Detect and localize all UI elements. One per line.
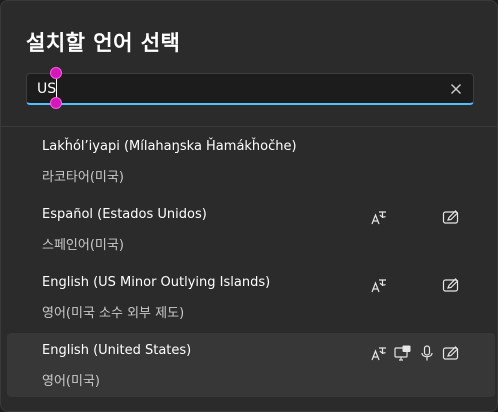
language-item-spanish-us[interactable]: Español (Estados Unidos) 스페인어(미국) [7,197,495,261]
close-icon[interactable] [447,80,465,98]
handwriting-icon [441,207,461,227]
language-native-name: 라코타어(미국) [42,170,124,185]
speech-recognition-icon [417,343,437,363]
list-divider [1,126,497,127]
search-input-value[interactable]: US [37,81,56,97]
language-item-english-us[interactable]: English (United States) 영어(미국) [7,333,495,397]
selection-handle-bottom[interactable] [50,97,62,109]
selection-handle-top[interactable] [50,67,62,79]
handwriting-icon [441,275,461,295]
language-native-name: 스페인어(미국) [42,238,124,253]
text-to-speech-icon [369,207,389,227]
language-native-name: 영어(미국) [42,374,100,389]
language-item-lakota[interactable]: Lakȟól’iyapi (Mílahaŋska Ȟamákȟočhe) 라코타… [7,129,495,193]
language-name: English (United States) [42,343,192,358]
language-name: Lakȟól’iyapi (Mílahaŋska Ȟamákȟočhe) [42,139,297,154]
text-caret [56,79,57,99]
text-to-speech-icon [369,343,389,363]
display-language-icon [393,343,413,363]
language-select-dialog: 설치할 언어 선택 US Lakȟól’iyapi (Mílahaŋska Ȟa… [0,0,498,412]
language-name: English (US Minor Outlying Islands) [42,275,271,290]
handwriting-icon [441,343,461,363]
text-to-speech-icon [369,275,389,295]
dialog-title: 설치할 언어 선택 [26,31,181,55]
language-name: Español (Estados Unidos) [42,207,207,222]
search-input[interactable]: US [26,67,474,109]
language-item-english-umi[interactable]: English (US Minor Outlying Islands) 영어(미… [7,265,495,329]
language-native-name: 영어(미국 소수 외부 제도) [42,306,185,321]
